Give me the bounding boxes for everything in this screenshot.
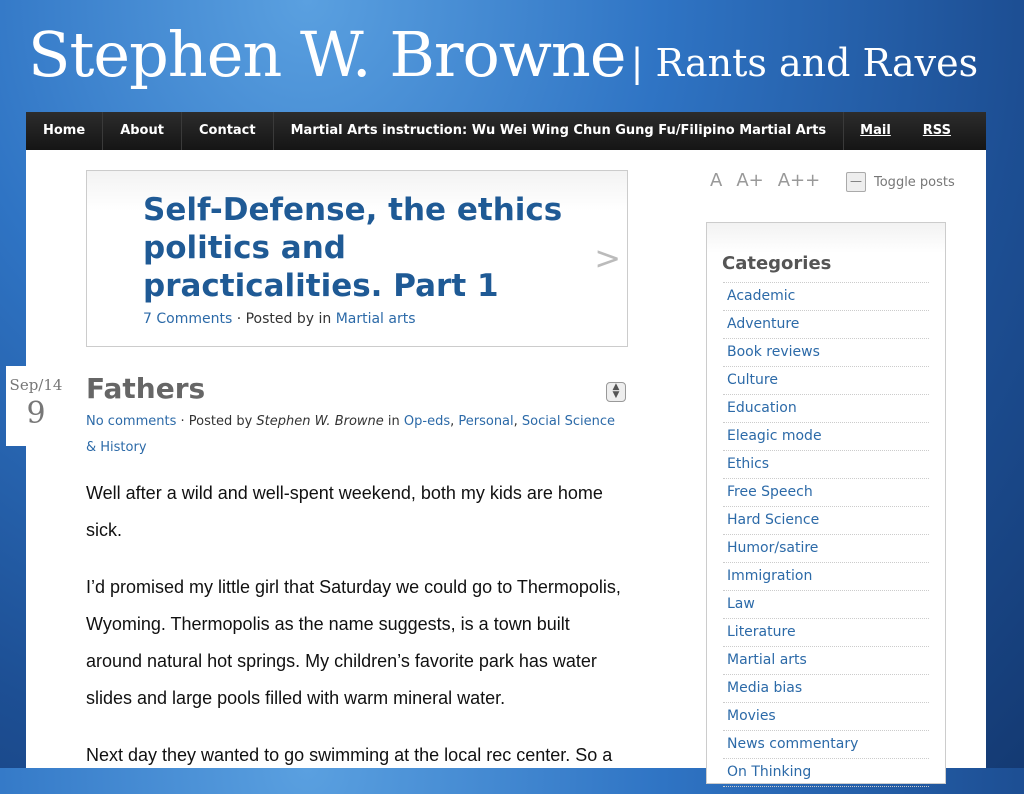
category-item[interactable]: Humor/satire <box>723 535 929 563</box>
featured-posted-by: · Posted by in <box>232 311 336 327</box>
nav-martial-arts[interactable]: Martial Arts instruction: Wu Wei Wing Ch… <box>274 112 845 150</box>
categories-heading: Categories <box>722 253 832 274</box>
nav-mail[interactable]: Mail <box>844 112 907 150</box>
category-item[interactable]: News commentary <box>723 731 929 759</box>
featured-post-meta: 7 Comments · Posted by in Martial arts <box>143 311 416 327</box>
category-item[interactable]: Martial arts <box>723 647 929 675</box>
site-tagline: | Rants and Raves <box>630 41 979 85</box>
date-badge: Sep/14 9 <box>6 366 66 446</box>
font-size-large[interactable]: A+ <box>736 170 763 191</box>
category-list: Academic Adventure Book reviews Culture … <box>723 282 929 787</box>
posted-by-label: · Posted by <box>176 414 257 429</box>
category-item[interactable]: Eleagic mode <box>723 423 929 451</box>
nav-rss[interactable]: RSS <box>907 112 967 150</box>
site-header: Stephen W. Browne | Rants and Raves <box>28 18 978 91</box>
category-item[interactable]: Ethics <box>723 451 929 479</box>
featured-post: Self-Defense, the ethics politics and pr… <box>86 170 628 347</box>
toggle-posts-icon[interactable]: — <box>846 172 866 192</box>
post-comments-link[interactable]: No comments <box>86 414 176 429</box>
date-day: 9 <box>26 396 46 431</box>
category-item[interactable]: On Thinking <box>723 759 929 787</box>
category-item[interactable]: Immigration <box>723 563 929 591</box>
category-item[interactable]: Free Speech <box>723 479 929 507</box>
category-item[interactable]: Literature <box>723 619 929 647</box>
category-item[interactable]: Law <box>723 591 929 619</box>
paragraph: Well after a wild and well-spent weekend… <box>86 483 603 540</box>
nav-contact[interactable]: Contact <box>182 112 274 150</box>
site-title[interactable]: Stephen W. Browne <box>28 18 627 91</box>
category-item[interactable]: Movies <box>723 703 929 731</box>
font-size-normal[interactable]: A <box>710 170 722 191</box>
paragraph: I’d promised my little girl that Saturda… <box>86 577 621 708</box>
main-nav: Home About Contact Martial Arts instruct… <box>26 112 986 150</box>
featured-comments-link[interactable]: 7 Comments <box>143 311 232 327</box>
featured-post-title[interactable]: Self-Defense, the ethics politics and pr… <box>143 191 593 305</box>
paragraph: Next day they wanted to go swimming at t… <box>86 745 613 765</box>
font-sizer: A A+ A++ <box>710 170 820 191</box>
category-item[interactable]: Book reviews <box>723 339 929 367</box>
font-size-larger[interactable]: A++ <box>778 170 820 191</box>
post-title[interactable]: Fathers <box>86 372 626 405</box>
category-item[interactable]: Academic <box>723 283 929 311</box>
category-item[interactable]: Education <box>723 395 929 423</box>
sidebar: Categories Academic Adventure Book revie… <box>706 222 946 787</box>
nav-about[interactable]: About <box>103 112 182 150</box>
post-meta: No comments · Posted by Stephen W. Brown… <box>86 414 615 455</box>
next-arrow-icon[interactable]: > <box>594 239 621 277</box>
category-item[interactable]: Adventure <box>723 311 929 339</box>
category-item[interactable]: Hard Science <box>723 507 929 535</box>
toggle-posts-label[interactable]: Toggle posts <box>874 175 955 190</box>
post-author: Stephen W. Browne <box>256 414 384 429</box>
expand-collapse-icon[interactable]: ▲ ▼ <box>606 382 626 402</box>
date-month: Sep/14 <box>9 376 63 394</box>
toggle-posts[interactable]: — Toggle posts <box>846 172 955 192</box>
category-link-oped[interactable]: Op-eds <box>404 414 450 429</box>
post: Fathers ▲ ▼ No comments · Posted by Steph… <box>86 372 626 794</box>
category-item[interactable]: Culture <box>723 367 929 395</box>
category-link-personal[interactable]: Personal <box>458 414 513 429</box>
featured-category-link[interactable]: Martial arts <box>336 311 416 327</box>
post-body: Well after a wild and well-spent weekend… <box>86 475 626 774</box>
nav-home[interactable]: Home <box>26 112 104 150</box>
in-label: in <box>383 414 404 429</box>
page-content: Self-Defense, the ethics politics and pr… <box>26 150 986 787</box>
category-item[interactable]: Media bias <box>723 675 929 703</box>
